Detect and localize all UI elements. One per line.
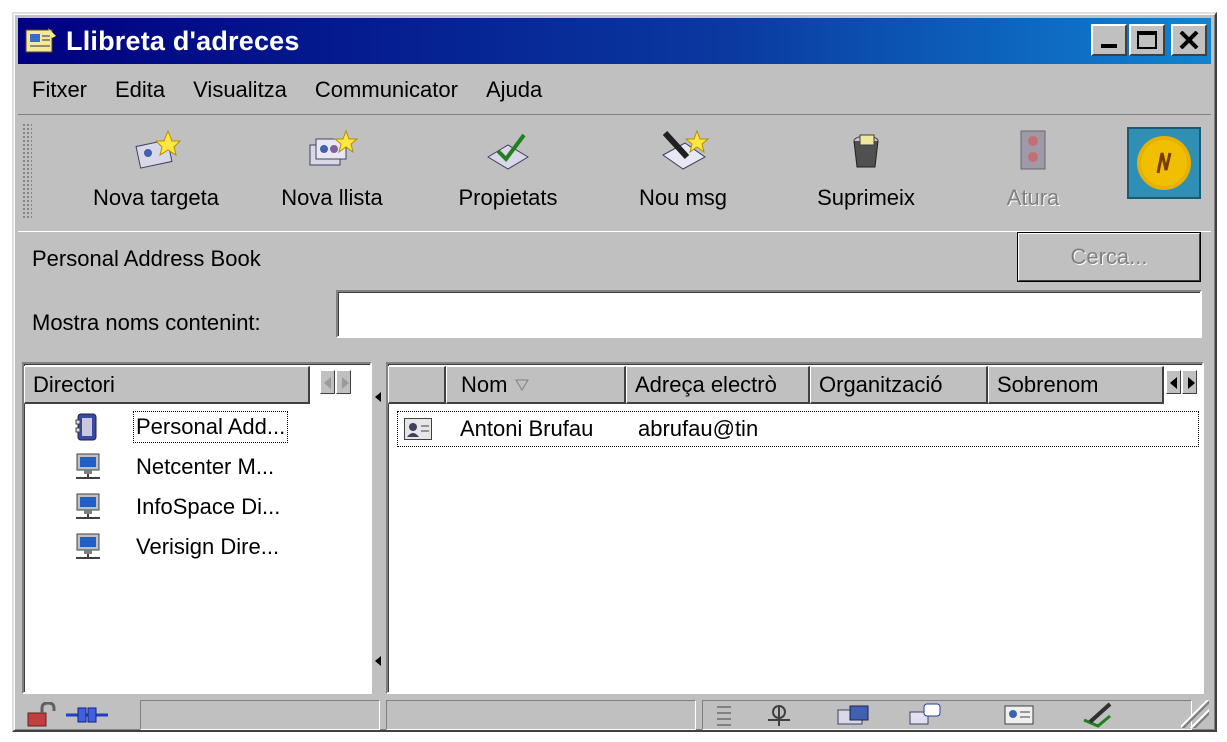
window-title: Llibreta d'adreces [66, 25, 300, 56]
directory-pane: Directori Personal Add... Netcenter M...… [22, 362, 372, 694]
sort-descending-icon [515, 379, 530, 391]
directory-column-header[interactable]: Directori [24, 366, 310, 404]
toolbar-grip[interactable] [22, 123, 32, 219]
directory-item-personal[interactable]: Personal Add... [74, 411, 289, 443]
menu-visualitza[interactable]: Visualitza [179, 77, 301, 103]
mailbox-icon[interactable] [836, 702, 870, 728]
address-book-card-icon[interactable] [1002, 702, 1036, 728]
column-header-email[interactable]: Adreça electrò [626, 366, 810, 404]
column-name-label: Nom [461, 371, 508, 397]
address-book-name: Personal Address Book [32, 246, 261, 271]
column-header-nickname[interactable]: Sobrenom [988, 366, 1164, 404]
component-bar-grip-icon[interactable] [714, 702, 734, 728]
status-bar [18, 698, 1211, 730]
right-arrow-icon [1188, 377, 1195, 389]
minimize-button[interactable] [1091, 24, 1127, 56]
menu-fitxer[interactable]: Fitxer [18, 77, 101, 103]
new-message-label: Nou msg [638, 185, 728, 210]
new-card-button[interactable]: Nova targeta [76, 129, 236, 225]
minimize-icon [1101, 44, 1117, 48]
icon-column-header[interactable] [388, 366, 446, 404]
security-lock-icon[interactable] [24, 701, 58, 728]
address-book-app-icon [24, 26, 58, 56]
contacts-pane: Nom Adreça electrò Organització Sobrenom… [386, 362, 1204, 694]
trash-icon [840, 129, 892, 173]
right-arrow-icon [342, 377, 349, 389]
column-header-organization[interactable]: Organització [810, 366, 988, 404]
properties-button[interactable]: Propietats [438, 129, 578, 225]
column-organization-label: Organització [819, 371, 943, 397]
contact-card-icon [404, 418, 432, 440]
new-list-icon [306, 129, 359, 173]
toolbar: Nova targeta Nova llista Propietats Nou … [18, 114, 1211, 232]
column-nickname-label: Sobrenom [997, 371, 1099, 397]
network-computer-icon [74, 492, 102, 522]
directory-item-label: Netcenter M... [136, 454, 275, 479]
progress-panel [386, 700, 696, 730]
navigator-icon[interactable] [762, 702, 796, 728]
network-computer-icon [74, 532, 102, 562]
directory-item-label: InfoSpace Di... [136, 494, 281, 519]
left-arrow-icon [324, 377, 331, 389]
directory-item-label: Personal Add... [132, 411, 289, 443]
left-arrow-icon [1170, 377, 1177, 389]
new-card-icon [130, 129, 182, 173]
stop-label: Atura [1006, 185, 1060, 210]
filter-label: Mostra noms contenint: [32, 310, 261, 335]
new-list-button[interactable]: Nova llista [262, 129, 402, 225]
directory-item-label: Verisign Dire... [136, 534, 280, 559]
title-bar[interactable]: Llibreta d'adreces [18, 18, 1211, 64]
column-email-label: Adreça electrò [635, 371, 777, 397]
new-list-label: Nova llista [281, 185, 383, 210]
columns-scroll-left-button[interactable] [1166, 370, 1181, 394]
close-button[interactable] [1171, 24, 1207, 56]
directory-scroll-left-button[interactable] [320, 370, 335, 394]
maximize-button[interactable] [1129, 24, 1165, 56]
table-row[interactable]: Antoni Brufau abrufau@tin [397, 411, 1199, 447]
delete-label: Suprimeix [817, 185, 915, 210]
filter-input[interactable] [336, 290, 1202, 338]
columns-scroll-right-button[interactable] [1182, 370, 1197, 394]
new-message-icon [657, 129, 710, 173]
close-icon [1179, 31, 1199, 49]
collapse-left-icon [375, 656, 381, 666]
directory-item-verisign[interactable]: Verisign Dire... [74, 532, 279, 562]
new-message-button[interactable]: Nou msg [618, 129, 748, 225]
directory-item-infospace[interactable]: InfoSpace Di... [74, 492, 280, 522]
pane-splitter[interactable] [372, 362, 386, 694]
composer-icon[interactable] [1080, 702, 1114, 728]
search-button[interactable]: Cerca... [1017, 232, 1201, 282]
netscape-logo[interactable] [1127, 127, 1201, 199]
menu-bar: Fitxer Edita Visualitza Communicator Aju… [18, 70, 556, 110]
delete-button[interactable]: Suprimeix [796, 129, 936, 225]
address-book-icon [74, 412, 102, 442]
netscape-n-icon [1141, 140, 1187, 186]
collapse-left-icon [375, 392, 381, 402]
network-computer-icon [74, 452, 102, 482]
online-connection-icon[interactable] [64, 702, 110, 728]
stop-button[interactable]: Atura [978, 129, 1088, 225]
properties-label: Propietats [458, 185, 558, 210]
discussions-icon[interactable] [908, 702, 942, 728]
menu-communicator[interactable]: Communicator [301, 77, 472, 103]
stop-icon [1007, 129, 1059, 173]
maximize-icon [1137, 31, 1157, 49]
address-book-window: Llibreta d'adreces Fitxer Edita Visualit… [12, 12, 1217, 732]
directory-item-netcenter[interactable]: Netcenter M... [74, 452, 274, 482]
directory-header-label: Directori [33, 371, 115, 397]
properties-icon [482, 129, 534, 173]
column-header-name[interactable]: Nom [446, 366, 626, 404]
contact-name: Antoni Brufau [460, 416, 594, 441]
new-card-label: Nova targeta [93, 185, 219, 210]
directory-scroll-right-button[interactable] [336, 370, 351, 394]
menu-ajuda[interactable]: Ajuda [472, 77, 556, 103]
resize-grip[interactable] [1181, 700, 1209, 728]
contact-email: abrufau@tin [638, 416, 759, 441]
menu-edita[interactable]: Edita [101, 77, 179, 103]
status-message-panel [140, 700, 380, 730]
